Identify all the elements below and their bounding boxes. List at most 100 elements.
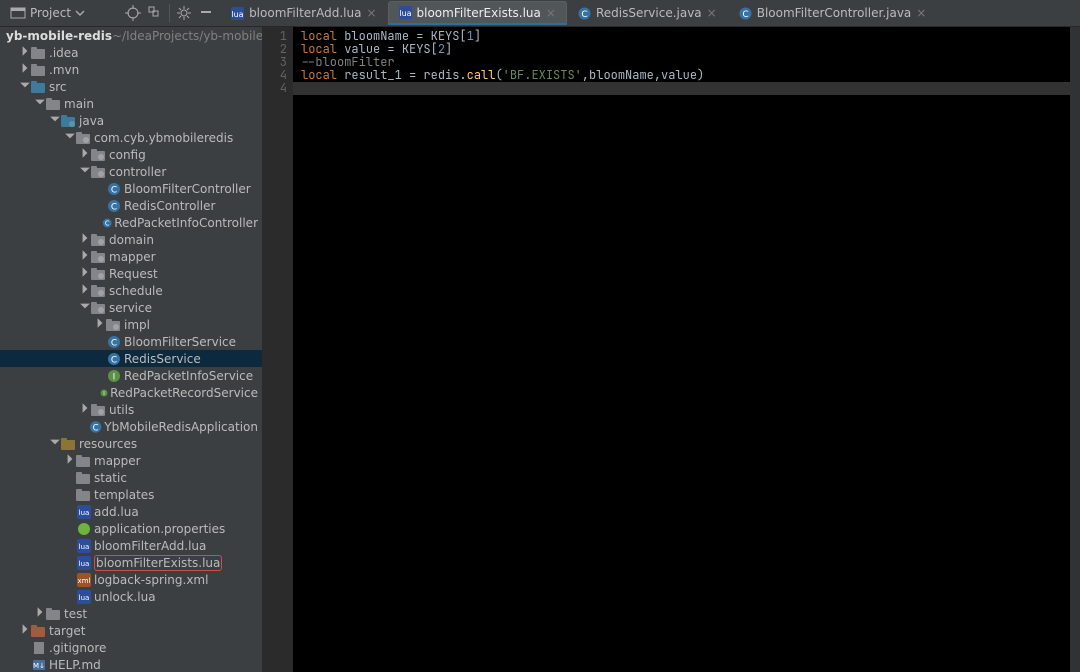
tree-item-rediscontroller[interactable]: C RedisController [0, 197, 262, 214]
tree-item-bloomfilteradd-lua[interactable]: luabloomFilterAdd.lua [0, 537, 262, 554]
tree-item-test[interactable]: test [0, 605, 262, 622]
expand-arrow-icon[interactable] [79, 266, 91, 281]
file-tab[interactable]: CRedisService.java× [567, 1, 728, 25]
tree-label: RedPacketInfoController [114, 216, 258, 230]
expand-arrow-icon[interactable] [79, 232, 91, 247]
tree-item-redpacketinfocontroller[interactable]: CRedPacketInfoController [0, 214, 262, 231]
tree-item-add-lua[interactable]: luaadd.lua [0, 503, 262, 520]
tree-label: HELP.md [49, 658, 101, 672]
editor-area[interactable]: 12344 local bloomName = KEYS[1]local val… [263, 27, 1080, 672]
tree-item-bloomfiltercontroller[interactable]: CBloomFilterController [0, 180, 262, 197]
file-tab[interactable]: luabloomFilterAdd.lua× [220, 1, 387, 25]
expand-arrow-icon[interactable] [49, 436, 61, 451]
tree-item-utils[interactable]: utils [0, 401, 262, 418]
open-files-tabbar: luabloomFilterAdd.lua×luabloomFilterExis… [220, 1, 937, 25]
editor-gutter: 12344 [263, 27, 293, 672]
hide-icon[interactable] [198, 5, 214, 21]
tree-item-static[interactable]: static [0, 469, 262, 486]
tree-item-help-md[interactable]: M↓HELP.md [0, 656, 262, 672]
tree-item-main[interactable]: main [0, 95, 262, 112]
tree-label: BloomFilterService [124, 335, 236, 349]
tree-item-templates[interactable]: templates [0, 486, 262, 503]
svg-text:C: C [111, 202, 117, 212]
tree-label: main [64, 97, 94, 111]
tree-item-logback-spring-xml[interactable]: xmllogback-spring.xml [0, 571, 262, 588]
tree-label: yb-mobile-redis [6, 29, 112, 43]
svg-text:lua: lua [231, 10, 243, 19]
token-num: 1 [467, 28, 474, 44]
pkg-icon [91, 301, 107, 315]
tree-item-mapper[interactable]: mapper [0, 248, 262, 265]
class-icon: C [106, 182, 122, 196]
tree-label: RedisController [124, 199, 215, 213]
expand-arrow-icon[interactable] [49, 113, 61, 128]
target-icon [31, 624, 47, 638]
tree-item-config[interactable]: config [0, 146, 262, 163]
tree-item-request[interactable]: Request [0, 265, 262, 282]
svg-text:C: C [742, 10, 748, 20]
close-tab-icon[interactable]: × [916, 6, 926, 20]
svg-text:I: I [113, 372, 116, 382]
expand-arrow-icon[interactable] [19, 79, 31, 94]
expand-arrow-icon[interactable] [79, 164, 91, 179]
gutter-line-number: 4 [263, 82, 287, 95]
tree-item-unlock-lua[interactable]: luaunlock.lua [0, 588, 262, 605]
tree-item-src[interactable]: src [0, 78, 262, 95]
tree-label: java [79, 114, 104, 128]
close-tab-icon[interactable]: × [707, 6, 717, 20]
tree-item-application-properties[interactable]: application.properties [0, 520, 262, 537]
tab-label: BloomFilterController.java [757, 6, 912, 20]
tree-item-redpacketinfoservice[interactable]: IRedPacketInfoService [0, 367, 262, 384]
editor-code[interactable]: local bloomName = KEYS[1]local value = K… [293, 27, 704, 672]
close-tab-icon[interactable]: × [546, 6, 556, 20]
expand-arrow-icon[interactable] [79, 249, 91, 264]
tree-item--idea[interactable]: .idea [0, 44, 262, 61]
file-tab[interactable]: C BloomFilterController.java × [728, 1, 938, 25]
tree-item-controller[interactable]: controller [0, 163, 262, 180]
locate-icon[interactable] [125, 5, 141, 21]
tree-item-mapper[interactable]: mapper [0, 452, 262, 469]
expand-arrow-icon[interactable] [79, 300, 91, 315]
tree-item-redisservice[interactable]: CRedisService [0, 350, 262, 367]
expand-arrow-icon[interactable] [19, 45, 31, 60]
tree-item-schedule[interactable]: schedule [0, 282, 262, 299]
tree-item-com-cyb-ybmobileredis[interactable]: com.cyb.ybmobileredis [0, 129, 262, 146]
tree-item-resources[interactable]: resources [0, 435, 262, 452]
expand-arrow-icon[interactable] [19, 623, 31, 638]
tree-item-ybmobileredisapplication[interactable]: CYbMobileRedisApplication [0, 418, 262, 435]
tree-item-java[interactable]: java [0, 112, 262, 129]
expand-arrow-icon[interactable] [34, 606, 46, 621]
highlight-box: bloomFilterExists.lua [94, 555, 222, 571]
project-tree[interactable]: yb-mobile-redis ~/IdeaProjects/yb-mobile… [0, 27, 262, 672]
file-tab[interactable]: luabloomFilterExists.lua× [388, 1, 567, 25]
expand-arrow-icon[interactable] [79, 402, 91, 417]
tree-item-service[interactable]: service [0, 299, 262, 316]
tree-item-yb-mobile-redis[interactable]: yb-mobile-redis ~/IdeaProjects/yb-mobile… [0, 27, 262, 44]
expand-arrow-icon[interactable] [79, 283, 91, 298]
token-id: ( [495, 67, 502, 83]
tree-item--gitignore[interactable]: .gitignore [0, 639, 262, 656]
tree-item-impl[interactable]: impl [0, 316, 262, 333]
lua-icon: lua [231, 7, 244, 20]
expand-arrow-icon[interactable] [79, 147, 91, 162]
xml-icon: xml [76, 573, 92, 587]
tree-item--mvn[interactable]: .mvn [0, 61, 262, 78]
token-call: call [467, 67, 496, 83]
expand-arrow-icon[interactable] [64, 453, 76, 468]
tree-item-domain[interactable]: domain [0, 231, 262, 248]
expand-arrow-icon[interactable] [19, 62, 31, 77]
tree-item-target[interactable]: target [0, 622, 262, 639]
tree-label: test [64, 607, 87, 621]
tree-item-bloomfilterservice[interactable]: CBloomFilterService [0, 333, 262, 350]
gear-icon[interactable] [176, 5, 192, 21]
close-tab-icon[interactable]: × [366, 6, 376, 20]
project-button[interactable]: Project [6, 5, 89, 21]
iface-icon: I [106, 369, 122, 383]
tree-item-redpacketrecordservice[interactable]: IRedPacketRecordService [0, 384, 262, 401]
tree-item-bloomfilterexists-lua[interactable]: luabloomFilterExists.lua [0, 554, 262, 571]
collapse-all-icon[interactable] [147, 5, 163, 21]
expand-arrow-icon[interactable] [64, 130, 76, 145]
folder-icon [31, 63, 47, 77]
expand-arrow-icon[interactable] [94, 317, 106, 332]
expand-arrow-icon[interactable] [34, 96, 46, 111]
